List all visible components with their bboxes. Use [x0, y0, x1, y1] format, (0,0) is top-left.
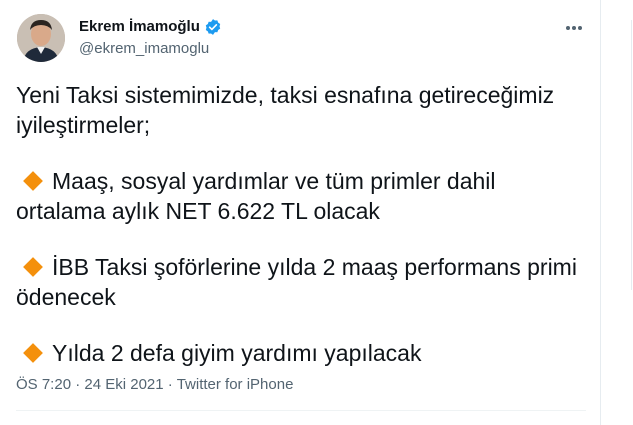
- right-panel: [601, 0, 633, 425]
- tweet-time[interactable]: ÖS 7:20: [16, 376, 71, 393]
- divider: [16, 410, 586, 411]
- display-name[interactable]: Ekrem İmamoğlu: [79, 17, 200, 37]
- user-handle[interactable]: @ekrem_imamoglu: [79, 39, 209, 59]
- meta-separator: ·: [71, 376, 85, 393]
- tweet-date[interactable]: 24 Eki 2021: [84, 376, 163, 393]
- tweet-meta: ÖS 7:20 · 24 Eki 2021 · Twitter for iPho…: [16, 375, 293, 395]
- name-row: Ekrem İmamoğlu: [79, 17, 222, 37]
- tweet-bullet-1: Maaş, sosyal yardımlar ve tüm primler da…: [16, 166, 586, 226]
- page: Ekrem İmamoğlu @ekrem_imamoglu Yeni Taks…: [0, 0, 633, 425]
- tweet-bullet-3: Yılda 2 defa giyim yardımı yapılacak: [16, 338, 586, 368]
- orange-diamond-icon: [23, 257, 43, 278]
- tweet-card: Ekrem İmamoğlu @ekrem_imamoglu Yeni Taks…: [0, 0, 601, 425]
- panel-border: [631, 20, 632, 290]
- verified-badge-icon: [204, 18, 222, 36]
- more-options-button[interactable]: [560, 18, 588, 38]
- tweet-intro: Yeni Taksi sistemimizde, taksi esnafına …: [16, 82, 555, 138]
- tweet-bullet-2: İBB Taksi şoförlerine yılda 2 maaş perfo…: [16, 252, 586, 312]
- avatar[interactable]: [17, 14, 65, 62]
- orange-diamond-icon: [23, 171, 43, 192]
- orange-diamond-icon: [23, 343, 43, 364]
- meta-separator: ·: [163, 376, 177, 393]
- more-dots-icon: [566, 26, 582, 30]
- tweet-bullet-text: Yılda 2 defa giyim yardımı yapılacak: [52, 340, 422, 366]
- tweet-text: Yeni Taksi sistemimizde, taksi esnafına …: [16, 80, 586, 368]
- tweet-bullet-text: İBB Taksi şoförlerine yılda 2 maaş perfo…: [16, 254, 577, 310]
- tweet-source[interactable]: Twitter for iPhone: [177, 376, 294, 393]
- tweet-bullet-text: Maaş, sosyal yardımlar ve tüm primler da…: [16, 168, 496, 224]
